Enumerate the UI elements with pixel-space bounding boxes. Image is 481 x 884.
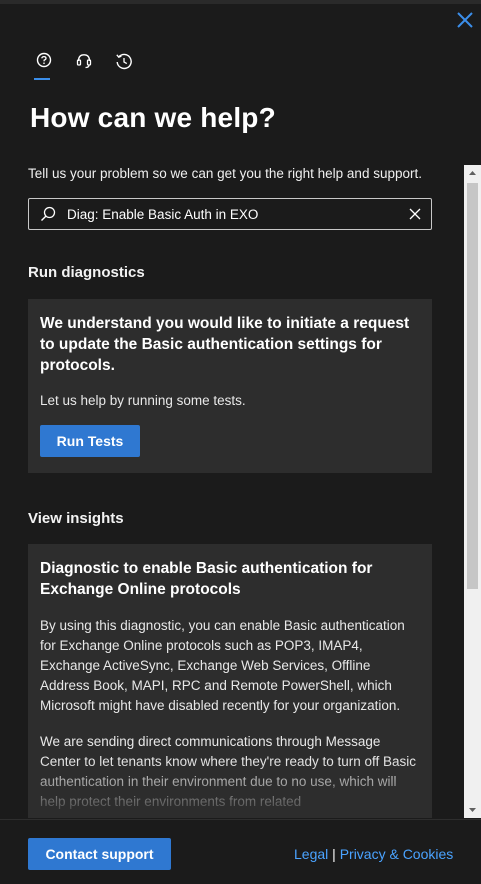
tab-support[interactable] [70,48,98,76]
view-insights-heading: View insights [28,510,124,527]
intro-text: Tell us your problem so we can get you t… [28,166,422,181]
headset-icon [76,54,92,69]
diagnostics-card-title: We understand you would like to initiate… [40,315,410,374]
diagnostics-card: We understand you would like to initiate… [28,299,432,473]
scrollbar-thumb[interactable] [467,183,478,589]
arrow-up-icon [469,171,476,175]
scroll-area: Tell us your problem so we can get you t… [0,160,463,818]
scroll-down-arrow[interactable] [464,802,481,818]
link-separator: | [332,846,336,862]
legal-link[interactable]: Legal [294,846,328,862]
help-icon [36,52,52,68]
insights-paragraph-1: By using this diagnostic, you can enable… [40,618,405,713]
run-diagnostics-heading: Run diagnostics [28,264,145,281]
scroll-up-arrow[interactable] [464,165,481,181]
insights-card-title: Diagnostic to enable Basic authenticatio… [40,560,373,598]
scrollbar[interactable] [464,165,481,818]
contact-support-button[interactable]: Contact support [28,838,171,870]
search-icon [41,206,56,221]
diagnostics-card-text: Let us help by running some tests. [40,393,246,408]
content-fade [28,760,432,818]
history-icon [116,53,132,70]
run-tests-button[interactable]: Run Tests [40,425,140,457]
arrow-down-icon [469,808,476,812]
privacy-cookies-link[interactable]: Privacy & Cookies [340,846,454,862]
search-box [28,198,432,230]
help-panel: How can we help? Tell us your problem so… [0,0,481,884]
page-title: How can we help? [30,102,276,133]
close-icon [457,12,473,28]
search-input[interactable] [67,204,387,224]
close-button[interactable] [453,8,477,32]
footer-links: Legal | Privacy & Cookies [294,846,453,862]
tab-help[interactable] [30,48,58,80]
footer: Contact support Legal | Privacy & Cookie… [0,819,481,884]
top-bar [0,0,481,4]
tab-history[interactable] [110,48,138,76]
clear-search-icon[interactable] [407,206,423,222]
